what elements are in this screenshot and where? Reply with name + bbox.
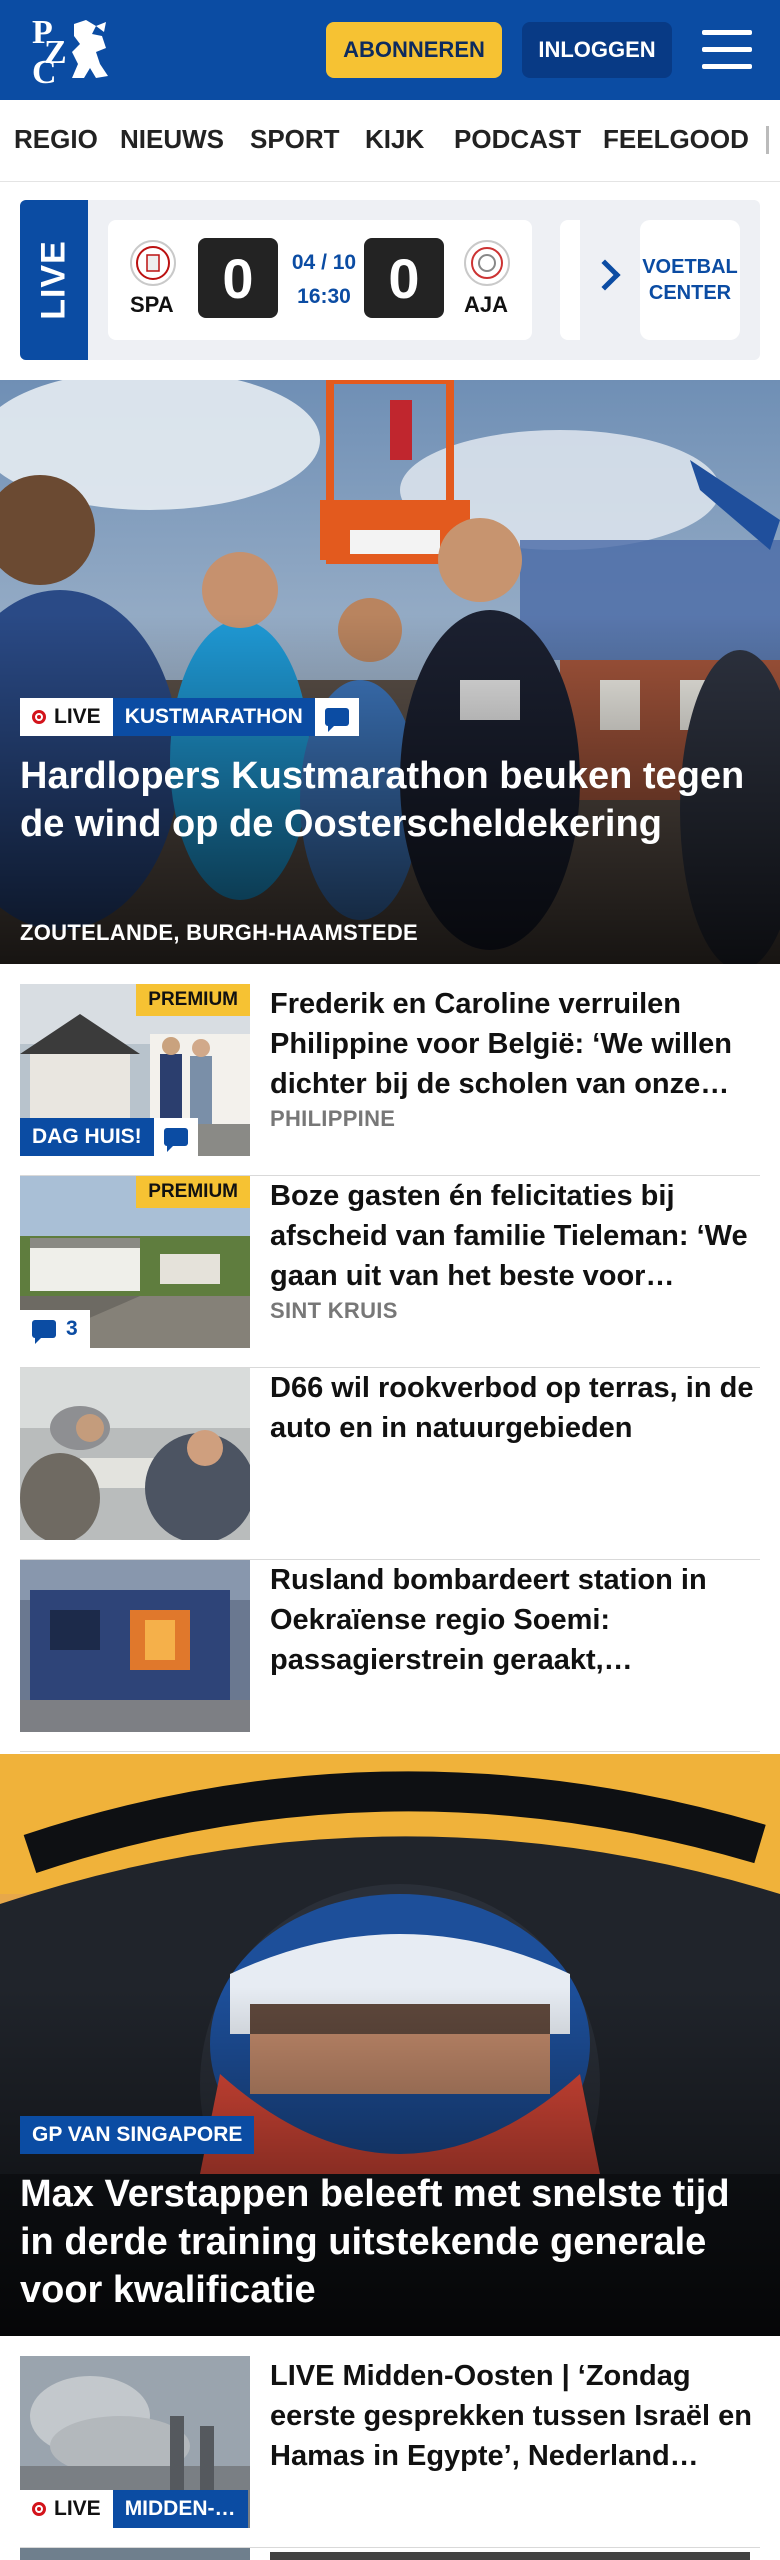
- match-date: 04 / 10: [291, 251, 357, 274]
- comment-count[interactable]: 3: [20, 1310, 90, 1348]
- category-badge[interactable]: GP VAN SINGAPORE: [20, 2116, 255, 2154]
- next-list-item-partial: [20, 2548, 250, 2560]
- next-list-item-title-partial: [270, 2552, 750, 2560]
- live-dot-icon: [32, 710, 46, 724]
- logo-letter-c: C: [32, 54, 57, 91]
- live-badge: LIVE: [20, 2490, 113, 2528]
- next-match-card[interactable]: [560, 220, 580, 340]
- live-scores-bar: LIVE SPA 0 04 / 10 16:30 0 AJA VOETBAL C…: [20, 200, 760, 360]
- login-button[interactable]: INLOGGEN: [522, 22, 672, 78]
- article-location: SINT KRUIS: [270, 1298, 398, 1323]
- away-score: 0: [364, 238, 444, 318]
- article-title[interactable]: Frederik en Caroline verruilen Philippin…: [270, 984, 760, 1104]
- match-time: 16:30: [297, 285, 351, 308]
- chevron-right-icon[interactable]: [589, 259, 621, 291]
- live-badge-label: LIVE: [54, 2497, 101, 2520]
- nav-item-sport[interactable]: SPORT: [250, 124, 340, 155]
- comment-icon: [32, 1320, 56, 1344]
- away-team-logo-icon: [464, 240, 510, 286]
- nav-item-regio[interactable]: REGIO: [14, 124, 98, 155]
- article-title[interactable]: Boze gasten én felicitaties bij afscheid…: [270, 1176, 760, 1296]
- nav-item-podcast[interactable]: PODCAST: [454, 124, 581, 155]
- list-item[interactable]: PREMIUM DAG HUIS! Frederik en Caroline v…: [20, 984, 760, 1176]
- hero-article-kustmarathon[interactable]: LIVE KUSTMARATHON Hardlopers Kustmaratho…: [0, 380, 780, 964]
- hero-labels: GP VAN SINGAPORE: [20, 2116, 255, 2154]
- thumb-labels: 3: [20, 1310, 90, 1348]
- match-card[interactable]: SPA 0 04 / 10 16:30 0 AJA: [108, 220, 532, 340]
- category-badge[interactable]: KUSTMARATHON: [112, 698, 315, 736]
- nav-item-kijk[interactable]: KIJK: [365, 124, 424, 155]
- live-tab[interactable]: LIVE: [20, 200, 88, 360]
- nav-overflow-indicator: [766, 126, 769, 154]
- voetbal-center-label: VOETBAL CENTER: [642, 256, 738, 304]
- nav-item-feelgood[interactable]: FEELGOOD: [603, 124, 749, 155]
- lion-icon: [72, 20, 108, 78]
- list-item[interactable]: LIVE MIDDEN-… LIVE Midden-Oosten | ‘Zond…: [20, 2356, 760, 2548]
- live-badge-label: LIVE: [54, 705, 101, 728]
- site-header: P Z C ABONNEREN INLOGGEN: [0, 0, 780, 100]
- home-team: SPA: [130, 292, 174, 317]
- hero-gradient: [0, 380, 780, 964]
- article-thumbnail: PREMIUM DAG HUIS!: [20, 984, 250, 1156]
- comment-icon[interactable]: [153, 1118, 198, 1156]
- category-badge[interactable]: MIDDEN-…: [112, 2490, 248, 2528]
- live-dot-icon: [32, 2502, 46, 2516]
- article-title[interactable]: LIVE Midden-Oosten | ‘Zondag eerste gesp…: [270, 2356, 760, 2476]
- list-item[interactable]: Rusland bombardeert station in Oekraïens…: [20, 1560, 760, 1752]
- hero-location: ZOUTELANDE, BURGH-HAAMSTEDE: [20, 920, 418, 945]
- article-thumbnail: [20, 1368, 250, 1540]
- article-thumbnail: LIVE MIDDEN-…: [20, 2356, 250, 2528]
- home-team-logo-icon: [130, 240, 176, 286]
- premium-badge: PREMIUM: [136, 1176, 250, 1208]
- hero-labels: LIVE KUSTMARATHON: [20, 698, 359, 736]
- match-datetime: 04 / 10 16:30: [284, 246, 364, 314]
- menu-icon[interactable]: [702, 28, 752, 72]
- nav-item-nieuws[interactable]: NIEUWS: [120, 124, 224, 155]
- hero-article-verstappen[interactable]: GP VAN SINGAPORE Max Verstappen beleeft …: [0, 1754, 780, 2336]
- article-thumbnail: PREMIUM 3: [20, 1176, 250, 1348]
- live-badge: LIVE: [20, 698, 113, 736]
- home-score: 0: [198, 238, 278, 318]
- list-item[interactable]: PREMIUM 3 Boze gasten én felicitaties bi…: [20, 1176, 760, 1368]
- subscribe-button[interactable]: ABONNEREN: [326, 22, 502, 78]
- category-badge[interactable]: DAG HUIS!: [20, 1118, 154, 1156]
- comment-count-value: 3: [66, 1317, 78, 1340]
- premium-badge: PREMIUM: [136, 984, 250, 1016]
- article-thumbnail: [20, 1560, 250, 1732]
- section-nav: REGIO NIEUWS SPORT KIJK PODCAST FEELGOOD: [0, 100, 780, 182]
- comment-icon[interactable]: [314, 698, 359, 736]
- hero-title[interactable]: Hardlopers Kustmarathon beuken tegen de …: [20, 752, 760, 848]
- article-title[interactable]: D66 wil rookverbod op terras, in de auto…: [270, 1368, 760, 1448]
- thumb-labels: DAG HUIS!: [20, 1118, 198, 1156]
- article-title[interactable]: Rusland bombardeert station in Oekraïens…: [270, 1560, 760, 1680]
- pzc-logo[interactable]: P Z C: [30, 14, 112, 91]
- live-tab-label: LIVE: [34, 240, 73, 320]
- article-location: PHILIPPINE: [270, 1106, 396, 1131]
- list-item[interactable]: D66 wil rookverbod op terras, in de auto…: [20, 1368, 760, 1560]
- hero-title[interactable]: Max Verstappen beleeft met snelste tijd …: [20, 2170, 760, 2314]
- voetbal-center-button[interactable]: VOETBAL CENTER: [640, 220, 740, 340]
- away-team: AJA: [464, 292, 509, 317]
- thumb-labels: LIVE MIDDEN-…: [20, 2490, 248, 2528]
